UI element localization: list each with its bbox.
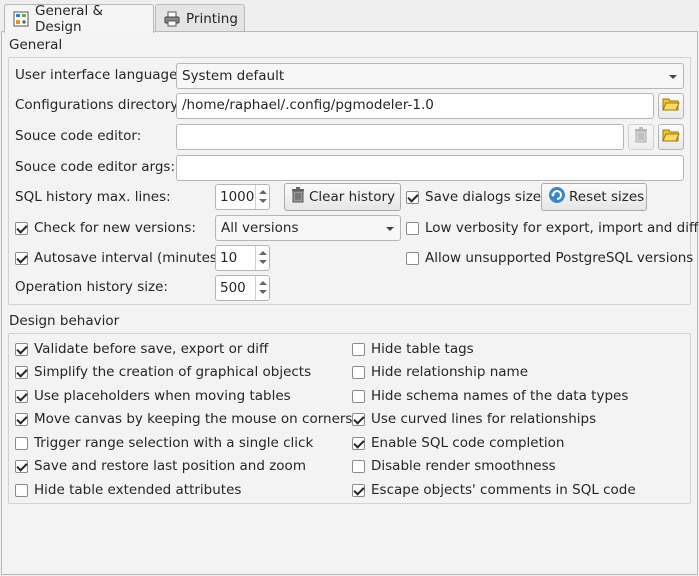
design-group-title: Design behavior	[9, 313, 120, 329]
ui-language-select[interactable]: System default	[176, 63, 684, 89]
design-left-option[interactable]: Use placeholders when moving tables	[15, 388, 291, 404]
source-editor-clear-button[interactable]	[628, 124, 654, 150]
design-right-option[interactable]: Hide relationship name	[352, 364, 528, 380]
tab-bar: General & Design Printing	[0, 0, 699, 35]
design-right-option[interactable]: Hide table tags	[352, 341, 474, 357]
reset-sizes-button[interactable]: Reset sizes	[541, 183, 647, 211]
source-editor-label: Souce code editor:	[15, 128, 142, 144]
source-editor-args-label: Souce code editor args:	[15, 159, 176, 175]
clear-history-button[interactable]: Clear history	[284, 183, 401, 211]
design-left-option[interactable]: Simplify the creation of graphical objec…	[15, 364, 311, 380]
chevron-down-icon	[386, 227, 394, 231]
ui-language-label: User interface language:	[15, 67, 182, 83]
spin-arrows[interactable]	[255, 246, 269, 270]
source-editor-browse-button[interactable]	[658, 124, 684, 150]
versions-select[interactable]: All versions	[215, 215, 401, 241]
check-versions-check[interactable]	[15, 221, 28, 235]
autosave-checkbox[interactable]: Autosave interval (minutes):	[15, 250, 227, 266]
check-versions-checkbox[interactable]: Check for new versions:	[15, 220, 196, 236]
op-history-spinbox[interactable]: 500	[215, 275, 270, 301]
design-left-option[interactable]: Validate before save, export or diff	[15, 341, 268, 357]
chevron-down-icon	[669, 75, 677, 79]
tab-general-design[interactable]: General & Design	[4, 3, 154, 35]
config-dir-label: Configurations directory:	[15, 97, 182, 113]
tab-printing-label: Printing	[186, 10, 238, 27]
sql-history-spinbox[interactable]: 1000	[215, 184, 270, 210]
design-left-option[interactable]: Hide table extended attributes	[15, 482, 241, 498]
folder-open-icon	[662, 96, 680, 116]
design-left-option[interactable]: Save and restore last position and zoom	[15, 458, 306, 474]
refresh-icon	[548, 186, 566, 208]
autosave-check[interactable]	[15, 251, 28, 265]
autosave-spinbox[interactable]: 10	[215, 245, 270, 271]
source-editor-field[interactable]	[176, 124, 624, 150]
save-dialogs-check[interactable]	[406, 190, 419, 204]
spin-arrows[interactable]	[255, 276, 269, 300]
sql-history-label: SQL history max. lines:	[15, 189, 171, 205]
low-verbosity-check[interactable]	[406, 221, 419, 235]
design-right-option[interactable]: Enable SQL code completion	[352, 435, 564, 451]
design-right-option[interactable]: Disable render smoothness	[352, 458, 556, 474]
folder-open-icon	[662, 127, 680, 147]
allow-unsupported-checkbox[interactable]: Allow unsupported PostgreSQL versions	[406, 250, 693, 266]
source-editor-args-field[interactable]	[176, 155, 684, 181]
config-dir-browse-button[interactable]	[658, 93, 684, 119]
trash-icon	[291, 187, 305, 207]
config-dir-field[interactable]: /home/raphael/.config/pgmodeler-1.0	[176, 93, 654, 119]
trash-icon	[634, 127, 648, 147]
design-right-option[interactable]: Use curved lines for relationships	[352, 411, 596, 427]
allow-unsupported-check[interactable]	[406, 251, 419, 265]
design-right-option[interactable]: Escape objects' comments in SQL code	[352, 482, 636, 498]
low-verbosity-checkbox[interactable]: Low verbosity for export, import and dif…	[406, 220, 698, 236]
design-left-option[interactable]: Trigger range selection with a single cl…	[15, 435, 313, 451]
design-left-option[interactable]: Move canvas by keeping the mouse on corn…	[15, 411, 352, 427]
save-dialogs-checkbox[interactable]: Save dialogs sizes	[406, 189, 548, 205]
design-right-option[interactable]: Hide schema names of the data types	[352, 388, 628, 404]
general-group-title: General	[9, 37, 63, 53]
settings-design-icon	[13, 11, 29, 27]
spin-arrows[interactable]	[255, 185, 269, 209]
op-history-label: Operation history size:	[15, 279, 168, 295]
tab-printing[interactable]: Printing	[155, 4, 245, 32]
tab-general-design-label: General & Design	[35, 3, 104, 35]
printer-icon	[164, 11, 180, 27]
